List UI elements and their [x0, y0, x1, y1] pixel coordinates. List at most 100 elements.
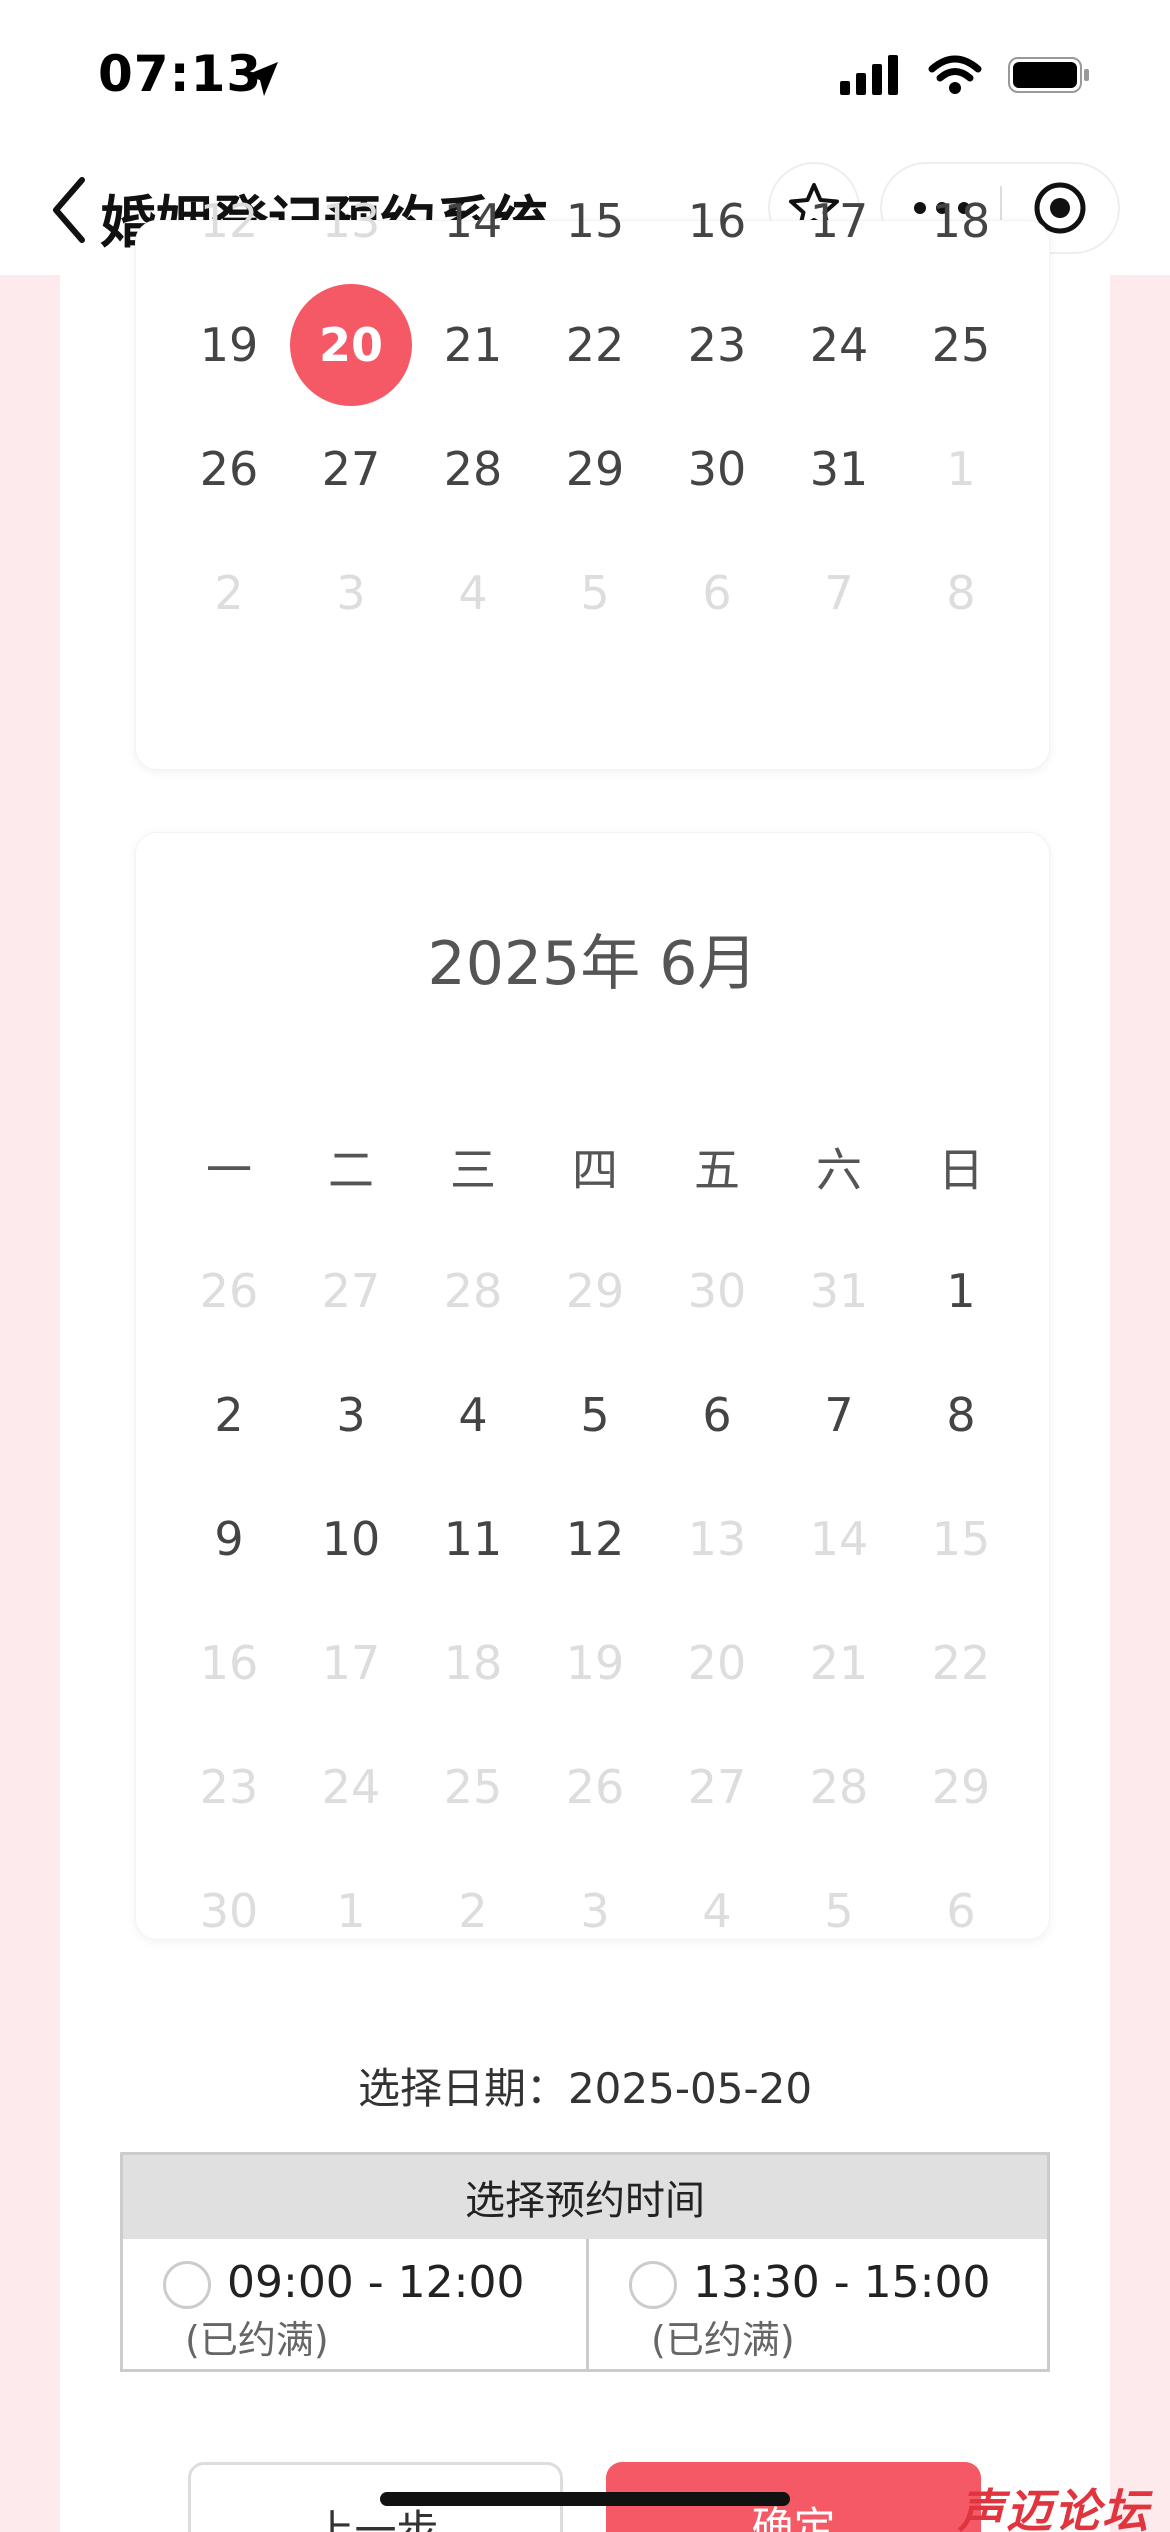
selected-date-label: 选择日期：2025-05-20 — [357, 2064, 813, 2113]
time-slot-afternoon[interactable]: 13:30 - 15:00 (已约满) — [589, 2239, 1052, 2369]
calendar-day[interactable]: 15 — [534, 159, 656, 283]
weekday-header: 六 — [816, 1143, 862, 1197]
calendar-may: 12 13 14 15 16 17 18 19 20 21 22 23 24 25 26 27 28 29 30 31… — [135, 194, 1050, 770]
calendar-day[interactable]: 18 — [900, 159, 1022, 283]
calendar-day: 5 — [824, 1884, 854, 1938]
calendar-day[interactable]: 7 — [778, 1353, 900, 1477]
calendar-day[interactable]: 11 — [412, 1477, 534, 1601]
calendar-day: 16 — [199, 1636, 259, 1690]
calendar-day: 28 — [443, 1264, 503, 1318]
calendar-day: 7 — [824, 566, 854, 620]
calendar-day: 2 — [214, 566, 244, 620]
calendar-day[interactable]: 12 — [534, 1477, 656, 1601]
wifi-icon — [928, 55, 982, 94]
calendar-day[interactable]: 25 — [900, 283, 1022, 407]
home-indicator — [380, 2492, 790, 2506]
calendar-day: 17 — [321, 1636, 381, 1690]
calendar-day: 20 — [687, 1636, 747, 1690]
calendar-day[interactable]: 21 — [412, 283, 534, 407]
calendar-day: 3 — [336, 566, 366, 620]
calendar-day: 8 — [946, 566, 976, 620]
calendar-day: 5 — [580, 566, 610, 620]
calendar-day: 13 — [687, 1512, 747, 1566]
calendar-day: 14 — [809, 1512, 869, 1566]
slot-status: (已约满) — [185, 2318, 329, 2362]
calendar-day[interactable]: 17 — [778, 159, 900, 283]
slot-time: 13:30 - 15:00 — [693, 2257, 991, 2308]
calendar-day: 6 — [946, 1884, 976, 1938]
calendar-day: 24 — [321, 1760, 381, 1814]
location-arrow-icon — [244, 62, 278, 96]
status-bar: 07:13 — [0, 0, 1170, 150]
time-slot-table: 选择预约时间 09:00 - 12:00 (已约满) 13:30 - 15:00… — [120, 2152, 1050, 2372]
calendar-day[interactable]: 23 — [656, 283, 778, 407]
calendar-day: 12 — [199, 194, 259, 248]
weekday-header: 五 — [694, 1143, 740, 1197]
time-slot-morning[interactable]: 09:00 - 12:00 (已约满) — [123, 2239, 586, 2369]
calendar-day: 15 — [931, 1512, 991, 1566]
calendar-day: 30 — [687, 1264, 747, 1318]
calendar-day[interactable]: 22 — [534, 283, 656, 407]
calendar-day[interactable]: 30 — [656, 407, 778, 531]
calendar-day: 30 — [199, 1884, 259, 1938]
status-indicators — [840, 55, 1090, 95]
calendar-day[interactable]: 19 — [168, 283, 290, 407]
weekday-header: 三 — [450, 1143, 496, 1197]
weekday-header: 四 — [572, 1143, 618, 1197]
calendar-day[interactable]: 31 — [778, 407, 900, 531]
calendar-day: 29 — [565, 1264, 625, 1318]
forum-watermark: 声迈论坛 — [958, 2484, 1150, 2532]
time-slot-header: 选择预约时间 — [123, 2155, 1047, 2239]
calendar-day[interactable]: 6 — [656, 1353, 778, 1477]
calendar-day: 2 — [458, 1884, 488, 1938]
calendar-day: 4 — [702, 1884, 732, 1938]
calendar-day[interactable]: 8 — [900, 1353, 1022, 1477]
calendar-day: 1 — [946, 442, 976, 496]
calendar-day: 19 — [565, 1636, 625, 1690]
calendar-day[interactable]: 28 — [412, 407, 534, 531]
calendar-june: 2025年 6月 一二三四五六日 26 27 28 29 30 31 1 2 3 4 5 6 7 8 9 10 1… — [135, 832, 1050, 1940]
calendar-day[interactable]: 29 — [534, 407, 656, 531]
calendar-day: 28 — [809, 1760, 869, 1814]
calendar-day: 27 — [321, 1264, 381, 1318]
status-time: 07:13 — [98, 45, 263, 103]
calendar-day[interactable]: 24 — [778, 283, 900, 407]
calendar-day: 31 — [809, 1264, 869, 1318]
calendar-day[interactable]: 9 — [168, 1477, 290, 1601]
calendar-day: 3 — [580, 1884, 610, 1938]
battery-icon — [1008, 57, 1089, 93]
calendar-day[interactable]: 2 — [168, 1353, 290, 1477]
calendar-day: 26 — [565, 1760, 625, 1814]
calendar-day: 21 — [809, 1636, 869, 1690]
selected-day-label: 20 — [290, 284, 412, 406]
calendar-day[interactable]: 4 — [412, 1353, 534, 1477]
radio-button[interactable] — [163, 2261, 211, 2309]
calendar-day[interactable]: 1 — [900, 1229, 1022, 1353]
calendar-day[interactable]: 16 — [656, 159, 778, 283]
weekday-header: 二 — [328, 1143, 374, 1197]
calendar-day: 25 — [443, 1760, 503, 1814]
calendar-day: 29 — [931, 1760, 991, 1814]
slot-time: 09:00 - 12:00 — [227, 2257, 525, 2308]
calendar-day: 26 — [199, 1264, 259, 1318]
calendar-day[interactable]: 27 — [290, 407, 412, 531]
calendar-day: 22 — [931, 1636, 991, 1690]
calendar-day[interactable]: 14 — [412, 159, 534, 283]
calendar-day-selected[interactable]: 20 — [290, 283, 412, 407]
radio-button[interactable] — [629, 2261, 677, 2309]
calendar-day: 18 — [443, 1636, 503, 1690]
calendar-day[interactable]: 10 — [290, 1477, 412, 1601]
calendar-day[interactable]: 26 — [168, 407, 290, 531]
weekday-header: 日 — [938, 1143, 984, 1197]
cellular-signal-icon — [840, 55, 898, 95]
calendar-day[interactable]: 3 — [290, 1353, 412, 1477]
calendar-day: 27 — [687, 1760, 747, 1814]
calendar-day: 1 — [336, 1884, 366, 1938]
back-chevron-icon[interactable] — [44, 170, 94, 250]
calendar-day: 23 — [199, 1760, 259, 1814]
calendar-day: 13 — [321, 194, 381, 248]
calendar-day: 6 — [702, 566, 732, 620]
calendar-day[interactable]: 5 — [534, 1353, 656, 1477]
calendar-day: 4 — [458, 566, 488, 620]
slot-status: (已约满) — [651, 2318, 795, 2362]
